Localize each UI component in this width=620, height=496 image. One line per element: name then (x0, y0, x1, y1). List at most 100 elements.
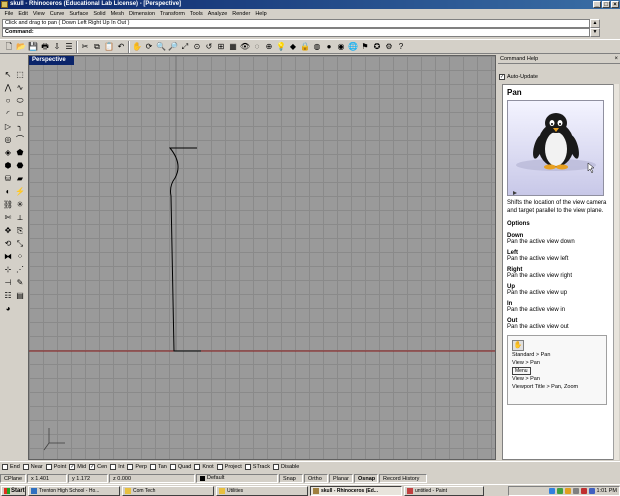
curve-icon[interactable]: ∿ (14, 82, 26, 94)
properties-icon[interactable]: ☰ (63, 41, 75, 53)
light-bulb-icon[interactable]: 💡 (275, 41, 287, 53)
menu-curve[interactable]: Curve (47, 11, 67, 17)
osnap-checkbox[interactable] (2, 464, 8, 470)
menu-mesh[interactable]: Mesh (108, 11, 126, 17)
security-icon[interactable] (556, 487, 563, 494)
osnap-checkbox[interactable] (244, 464, 251, 470)
rectangle-icon[interactable]: ▭ (14, 108, 26, 120)
grid-toggle-icon[interactable]: ▤ (14, 290, 26, 302)
mirror-icon[interactable]: ⧓ (2, 251, 14, 263)
auto-update-checkbox[interactable]: ✓ (499, 74, 505, 80)
osnap-checkbox[interactable] (194, 464, 201, 470)
menu-help[interactable]: Help (253, 11, 269, 17)
boolean-difference-icon[interactable]: ⚡ (14, 186, 26, 198)
control-points-icon[interactable]: ⋰ (14, 264, 26, 276)
four-viewports-icon[interactable]: ⊞ (215, 41, 227, 53)
lock-icon[interactable]: 🔒 (299, 41, 311, 53)
osnap-checkbox[interactable] (45, 464, 52, 470)
wireframe-sphere-icon[interactable]: ◍ (311, 41, 323, 53)
display-icon[interactable] (588, 487, 595, 494)
polygon-icon[interactable]: ▷ (2, 121, 14, 133)
fillet-curve-icon[interactable]: ╮ (14, 121, 26, 133)
render-icon[interactable]: 🌐 (347, 41, 359, 53)
ortho-toggle[interactable]: Ortho (304, 473, 328, 483)
move-icon[interactable]: ✥ (2, 225, 14, 237)
set-cplane-icon[interactable]: ▦ (227, 41, 239, 53)
print-icon[interactable]: 🖶 (39, 41, 51, 53)
surface-icon[interactable]: ◈ (2, 147, 14, 159)
boolean-union-icon[interactable]: ◐ (2, 186, 14, 198)
select-arrow-icon[interactable]: ↖ (2, 69, 14, 81)
menu-file[interactable]: File (2, 11, 16, 17)
osnap-checkbox[interactable]: ✓ (89, 464, 96, 470)
shaded-sphere-icon[interactable]: ● (323, 41, 335, 53)
menu-surface[interactable]: Surface (67, 11, 91, 17)
scale-icon[interactable]: ⤡ (14, 238, 26, 250)
start-button[interactable]: Start (1, 485, 26, 496)
trim-icon[interactable]: ✄ (2, 212, 14, 224)
dimension-icon[interactable]: ⊣ (2, 277, 14, 289)
render-preview-icon[interactable]: ◕ (2, 303, 14, 315)
undo-icon[interactable]: ↶ (115, 41, 127, 53)
cplane-indicator[interactable]: CPlane (0, 473, 26, 483)
record-history-toggle[interactable]: Record History (379, 473, 427, 483)
import-icon[interactable]: ⇩ (51, 41, 63, 53)
copy-object-icon[interactable]: ⎘ (14, 225, 26, 237)
pan-hand-icon[interactable]: ✋ (512, 340, 524, 351)
menu-tools[interactable]: Tools (187, 11, 205, 17)
perspective-viewport[interactable]: Perspective (28, 55, 496, 460)
osnap-strack[interactable]: STrack (244, 464, 270, 470)
circle-icon[interactable]: ○ (2, 95, 14, 107)
menu-edit[interactable]: Edit (16, 11, 30, 17)
osnap-knot[interactable]: Knot (194, 464, 214, 470)
osnap-checkbox[interactable] (127, 464, 134, 470)
save-icon[interactable]: 💾 (27, 41, 39, 53)
auto-update-toggle[interactable]: ✓ Auto-Update (499, 74, 538, 80)
scroll-up-button[interactable]: ▲ (590, 19, 600, 28)
osnap-cen[interactable]: ✓ Cen (89, 464, 107, 470)
paste-icon[interactable]: 📋 (103, 41, 115, 53)
split-icon[interactable]: ⟂ (14, 212, 26, 224)
osnap-point[interactable]: Point (45, 464, 66, 470)
menu-analyze[interactable]: Analyze (205, 11, 230, 17)
osnap-quad[interactable]: Quad (169, 464, 191, 470)
maximize-button[interactable]: □ (602, 1, 610, 8)
osnap-checkbox[interactable] (22, 464, 29, 470)
sphere-icon[interactable]: ⬣ (14, 160, 26, 172)
material-icon[interactable]: ⚑ (359, 41, 371, 53)
copy-icon[interactable]: ⧉ (91, 41, 103, 53)
show-object-icon[interactable]: 👁 (239, 41, 251, 53)
ellipse-icon[interactable]: ⬭ (14, 95, 26, 107)
help-animation[interactable] (507, 100, 604, 196)
close-panel-icon[interactable]: × (614, 55, 618, 64)
taskbar-item[interactable]: Trenton High School - Ho... (28, 485, 120, 496)
osnap-perp[interactable]: Perp (127, 464, 147, 470)
explode-icon[interactable]: ✳ (14, 199, 26, 211)
menu-view[interactable]: View (30, 11, 47, 17)
osnap-project[interactable]: Project (216, 464, 242, 470)
layer-icon[interactable]: ◆ (287, 41, 299, 53)
grid-snap-icon[interactable]: ⊕ (263, 41, 275, 53)
help-icon[interactable]: ? (395, 41, 407, 53)
taskbar-item[interactable]: Utilities (216, 485, 308, 496)
options-icon[interactable]: ⚙ (383, 41, 395, 53)
planar-toggle[interactable]: Planar (329, 473, 353, 483)
help-scrollbar[interactable] (613, 84, 619, 460)
zoom-extents-icon[interactable]: ⤢ (179, 41, 191, 53)
menu-dimension[interactable]: Dimension (127, 11, 158, 17)
annotation-icon[interactable]: ✎ (14, 277, 26, 289)
menu-transform[interactable]: Transform (158, 11, 188, 17)
arc-icon[interactable]: ◜ (2, 108, 14, 120)
menu-solid[interactable]: Solid (91, 11, 108, 17)
osnap-toggle[interactable]: Osnap (354, 473, 378, 483)
osnap-end[interactable]: End (2, 464, 20, 470)
extrude-icon[interactable]: ⬟ (14, 147, 26, 159)
zoom-window-icon[interactable]: 🔎 (167, 41, 179, 53)
antivirus-icon[interactable] (580, 487, 587, 494)
osnap-checkbox[interactable] (149, 464, 156, 470)
zoom-dynamic-icon[interactable]: 🔍 (155, 41, 167, 53)
close-button[interactable]: × (611, 1, 619, 8)
rendered-sphere-icon[interactable]: ◉ (335, 41, 347, 53)
snap-toggle[interactable]: Snap (279, 473, 303, 483)
text-icon[interactable]: ◎ (2, 134, 14, 146)
